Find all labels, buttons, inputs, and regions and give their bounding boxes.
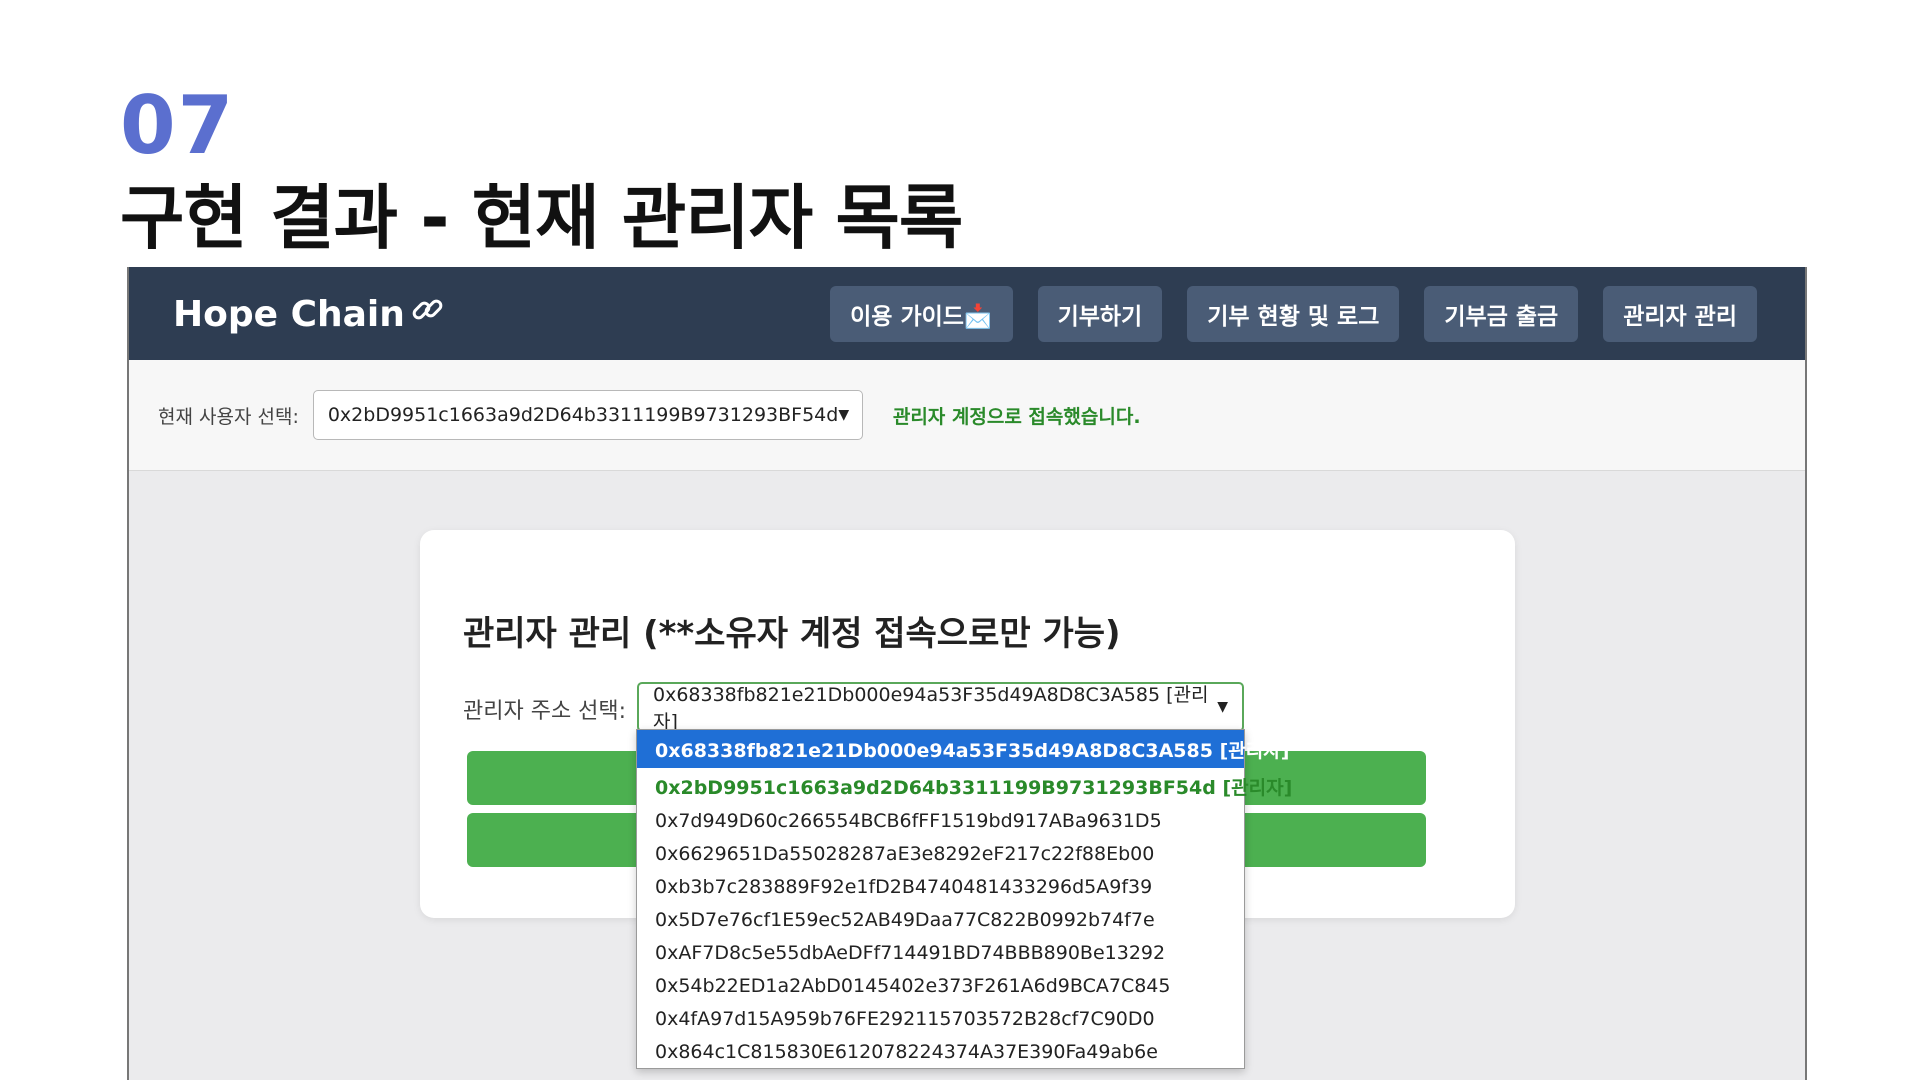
admin-select-label: 관리자 주소 선택: bbox=[463, 699, 627, 724]
dropdown-option[interactable]: 0x6629651Da55028287aE3e8292eF217c22f88Eb… bbox=[637, 837, 1244, 870]
user-status-message: 관리자 계정으로 접속했습니다. bbox=[892, 405, 1141, 428]
user-select-label: 현재 사용자 선택: bbox=[158, 405, 299, 428]
dropdown-option[interactable]: 0xb3b7c283889F92e1fD2B4740481433296d5A9f… bbox=[637, 870, 1244, 903]
nav-admin-button[interactable]: 관리자 관리 bbox=[1603, 286, 1757, 342]
dropdown-option[interactable]: 0xAF7D8c5e55dbAeDFf714491BD74BBB890Be132… bbox=[637, 936, 1244, 969]
admin-select[interactable]: 0x68338fb821e21Db000e94a53F35d49A8D8C3A5… bbox=[637, 682, 1244, 733]
nav-donate-button[interactable]: 기부하기 bbox=[1037, 286, 1163, 342]
chevron-down-icon: ▼ bbox=[838, 407, 850, 423]
dropdown-option-admin[interactable]: 0x2bD9951c1663a9d2D64b3311199B9731293BF5… bbox=[637, 768, 1292, 804]
nav-status-log-button[interactable]: 기부 현황 및 로그 bbox=[1187, 286, 1400, 342]
brand[interactable]: Hope Chain bbox=[173, 293, 445, 336]
slide-title: 구현 결과 - 현재 관리자 목록 bbox=[120, 177, 963, 259]
nav-buttons: 이용 가이드📩 기부하기 기부 현황 및 로그 기부금 출금 관리자 관리 bbox=[830, 286, 1757, 342]
link-icon bbox=[411, 293, 445, 336]
dropdown-option[interactable]: 0x5D7e76cf1E59ec52AB49Daa77C822B0992b74f… bbox=[637, 903, 1244, 936]
dropdown-option[interactable]: 0x54b22ED1a2AbD0145402e373F261A6d9BCA7C8… bbox=[637, 969, 1244, 1002]
chevron-down-icon: ▼ bbox=[1217, 699, 1228, 715]
dropdown-option[interactable]: 0x4fA97d15A959b76FE292115703572B28cf7C90… bbox=[637, 1002, 1244, 1035]
user-select-value: 0x2bD9951c1663a9d2D64b3311199B9731293BF5… bbox=[327, 404, 839, 426]
dropdown-option-selected[interactable]: 0x68338fb821e21Db000e94a53F35d49A8D8C3A5… bbox=[637, 730, 1289, 768]
app-screenshot: Hope Chain 이용 가이드📩 기부하기 기부 현황 및 로그 기부금 출… bbox=[127, 267, 1807, 1080]
navbar: Hope Chain 이용 가이드📩 기부하기 기부 현황 및 로그 기부금 출… bbox=[129, 267, 1805, 360]
dropdown-option[interactable]: 0x864c1C815830E612078224374A37E390Fa49ab… bbox=[637, 1035, 1244, 1068]
dropdown-option[interactable]: 0x7d949D60c266554BCB6fFF1519bd917ABa9631… bbox=[637, 804, 1244, 837]
nav-guide-button[interactable]: 이용 가이드📩 bbox=[830, 286, 1013, 342]
user-select[interactable]: 0x2bD9951c1663a9d2D64b3311199B9731293BF5… bbox=[312, 390, 863, 440]
admin-select-dropdown: 0x68338fb821e21Db000e94a53F35d49A8D8C3A5… bbox=[636, 729, 1292, 1069]
nav-withdraw-button[interactable]: 기부금 출금 bbox=[1424, 286, 1579, 342]
slide-number: 07 bbox=[120, 79, 236, 172]
user-bar: 현재 사용자 선택: 0x2bD9951c1663a9d2D64b3311199… bbox=[129, 360, 1805, 471]
admin-card-title: 관리자 관리 (**소유자 계정 접속으로만 가능) bbox=[463, 614, 1121, 654]
admin-select-value: 0x68338fb821e21Db000e94a53F35d49A8D8C3A5… bbox=[653, 684, 1209, 733]
brand-name: Hope Chain bbox=[173, 294, 405, 335]
